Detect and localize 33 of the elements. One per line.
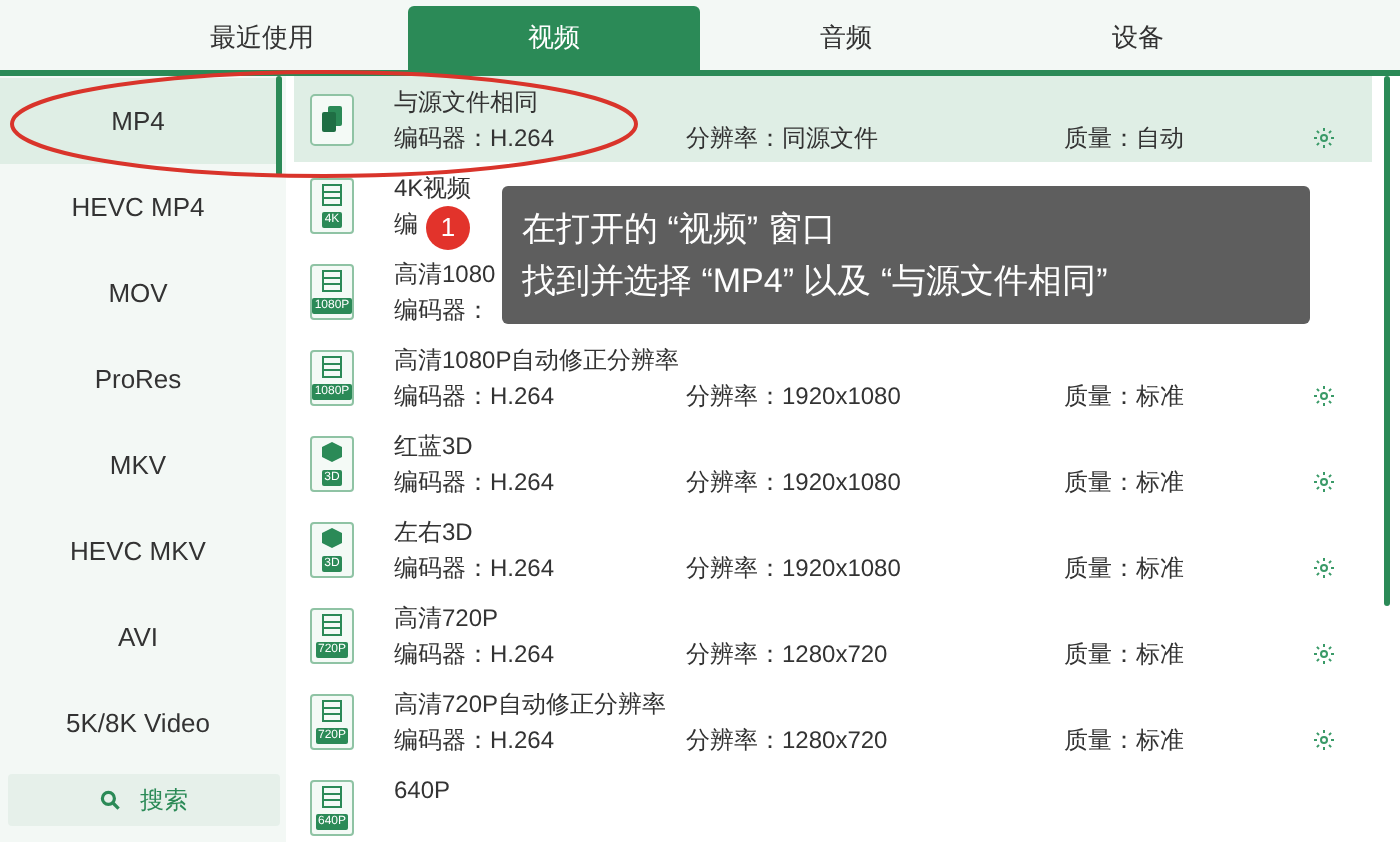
preset-title: 高清1080 (394, 257, 496, 291)
quality-text: 质量：标准 (1064, 381, 1184, 409)
preset-title: 红蓝3D (394, 429, 473, 463)
preset-title: 高清720P自动修正分辨率 (394, 687, 667, 721)
quality-text: 质量：标准 (1064, 639, 1184, 667)
preset-title: 高清1080P自动修正分辨率 (394, 343, 680, 377)
preset-title: 与源文件相同 (394, 85, 538, 119)
resolution-text: 分辨率：同源文件 (686, 123, 878, 151)
resolution-text: 分辨率：1920x1080 (686, 381, 901, 409)
callout-text: 找到并选择 “MP4” 以及 “与源文件相同” (522, 259, 1110, 303)
encoder-text: 编码器：H.264 (394, 637, 555, 671)
quality-text: 质量：标准 (1064, 553, 1184, 581)
search-label: 搜索 (140, 784, 188, 818)
preset-title: 4K视频 (394, 171, 472, 205)
encoder-text: 编码器：H.264 (394, 465, 555, 499)
quality-text: 质量：标准 (1064, 467, 1184, 495)
encoder-text: 编码器：H.264 (394, 379, 555, 413)
quality-text: 质量：标准 (1064, 725, 1184, 753)
encoder-text: 编码器： (394, 293, 490, 327)
resolution-text: 分辨率：1280x720 (686, 639, 888, 667)
resolution-text: 分辨率：1920x1080 (686, 553, 901, 581)
resolution-text: 分辨率：1280x720 (686, 725, 888, 753)
resolution-text: 分辨率：1920x1080 (686, 467, 901, 495)
callout-text: 在打开的 “视频” 窗口 (522, 207, 838, 251)
step-badge: 1 (426, 206, 470, 250)
preset-title: 左右3D (394, 515, 473, 549)
preset-title: 640P (394, 773, 451, 807)
preset-title: 高清720P (394, 601, 499, 635)
encoder-text: 编码器：H.264 (394, 551, 555, 585)
encoder-text: 编码器：H.264 (394, 723, 555, 757)
quality-text: 质量：自动 (1064, 123, 1184, 151)
encoder-text: 编码器：H.264 (394, 121, 555, 155)
encoder-text: 编 (394, 207, 418, 241)
